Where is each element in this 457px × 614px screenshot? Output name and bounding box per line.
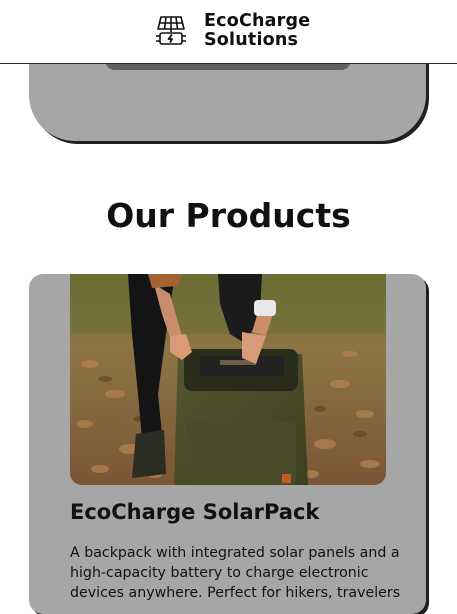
brand-name-line2: Solutions bbox=[204, 30, 299, 50]
brand-logo-link[interactable]: EcoCharge Solutions bbox=[154, 11, 310, 51]
product-card[interactable]: EcoCharge SolarPack A backpack with inte… bbox=[29, 274, 426, 614]
brand-name: EcoCharge Solutions bbox=[204, 12, 310, 50]
brand-name-line1: EcoCharge bbox=[204, 11, 311, 31]
product-image bbox=[70, 274, 386, 485]
section-title: Our Products bbox=[106, 196, 351, 235]
product-name: EcoCharge SolarPack bbox=[70, 500, 320, 524]
solar-panel-battery-icon bbox=[156, 16, 186, 45]
site-header: EcoCharge Solutions bbox=[0, 0, 457, 64]
product-description: A backpack with integrated solar panels … bbox=[70, 545, 401, 601]
